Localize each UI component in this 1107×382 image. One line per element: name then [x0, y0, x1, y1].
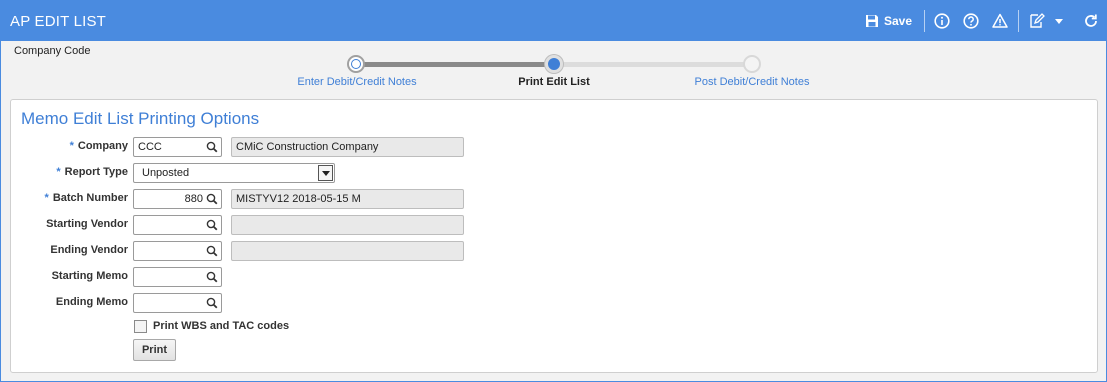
batch-number-value: 880 — [184, 193, 203, 205]
print-wbs-tac-checkbox[interactable] — [134, 320, 147, 333]
starting-vendor-label: Starting Vendor — [46, 218, 128, 230]
company-row: * Company CCC CMiC Construction Company — [11, 137, 471, 157]
starting-vendor-input[interactable] — [133, 215, 222, 235]
warning-icon — [992, 13, 1008, 29]
report-type-value: Unposted — [142, 167, 190, 179]
options-dropdown-button[interactable] — [1054, 12, 1064, 30]
search-icon[interactable] — [206, 141, 218, 156]
report-type-row: * Report Type Unposted — [11, 163, 471, 183]
print-button[interactable]: Print — [133, 339, 176, 361]
company-label: * Company — [69, 140, 128, 152]
wizard-track-pending — [554, 62, 752, 67]
starting-memo-row: Starting Memo — [11, 267, 471, 287]
report-type-label: * Report Type — [56, 166, 128, 178]
wizard-step-1-node[interactable] — [347, 55, 365, 73]
search-icon[interactable] — [206, 219, 218, 234]
options-panel: Memo Edit List Printing Options * Company… — [10, 99, 1098, 373]
help-icon — [963, 13, 979, 29]
company-value: CCC — [138, 141, 162, 153]
app-window: AP EDIT LIST Save Company Code Enter Deb… — [0, 0, 1107, 382]
help-button[interactable] — [963, 12, 979, 30]
save-icon — [865, 14, 879, 28]
company-input[interactable]: CCC — [133, 137, 222, 157]
report-type-select[interactable]: Unposted — [133, 163, 335, 183]
batch-number-label: * Batch Number — [44, 192, 128, 204]
ending-memo-input[interactable] — [133, 293, 222, 313]
dropdown-arrow-icon — [1054, 16, 1064, 26]
starting-vendor-description — [231, 215, 464, 235]
save-label: Save — [884, 14, 913, 28]
ending-vendor-label: Ending Vendor — [50, 244, 128, 256]
info-button[interactable] — [934, 12, 950, 30]
chevron-down-icon[interactable] — [318, 165, 333, 181]
wizard-step-2-label: Print Edit List — [518, 76, 590, 88]
info-icon — [934, 13, 950, 29]
ending-vendor-description — [231, 241, 464, 261]
required-marker: * — [56, 166, 61, 178]
wizard-track-completed — [356, 62, 554, 67]
company-description: CMiC Construction Company — [231, 137, 464, 157]
search-icon[interactable] — [206, 245, 218, 260]
search-icon[interactable] — [206, 193, 218, 208]
edit-icon — [1029, 13, 1045, 29]
ending-vendor-input[interactable] — [133, 241, 222, 261]
title-bar: AP EDIT LIST Save — [1, 1, 1106, 41]
wizard-steps: Enter Debit/Credit Notes Print Edit List… — [1, 49, 1106, 95]
refresh-icon — [1083, 13, 1099, 29]
ending-memo-row: Ending Memo — [11, 293, 471, 313]
toolbar-divider — [1018, 10, 1019, 32]
print-wbs-tac-label[interactable]: Print WBS and TAC codes — [153, 320, 289, 332]
starting-memo-input[interactable] — [133, 267, 222, 287]
search-icon[interactable] — [206, 271, 218, 286]
ending-vendor-row: Ending Vendor — [11, 241, 471, 261]
window-title: AP EDIT LIST — [10, 13, 107, 30]
warning-button[interactable] — [992, 12, 1008, 30]
starting-vendor-row: Starting Vendor — [11, 215, 471, 235]
batch-number-input[interactable]: 880 — [133, 189, 222, 209]
required-marker: * — [44, 192, 49, 204]
wizard-step-1-label[interactable]: Enter Debit/Credit Notes — [297, 76, 416, 88]
wizard-step-2-node — [545, 55, 563, 73]
toolbar-divider — [924, 10, 925, 32]
panel-title: Memo Edit List Printing Options — [21, 109, 260, 128]
batch-number-description: MISTYV12 2018-05-15 M — [231, 189, 464, 209]
search-icon[interactable] — [206, 297, 218, 312]
batch-number-row: * Batch Number 880 MISTYV12 2018-05-15 M — [11, 189, 471, 209]
save-button[interactable]: Save — [865, 12, 912, 30]
wizard-step-3-label[interactable]: Post Debit/Credit Notes — [695, 76, 810, 88]
ending-memo-label: Ending Memo — [55, 296, 128, 308]
edit-button[interactable] — [1029, 12, 1045, 30]
starting-memo-label: Starting Memo — [51, 270, 128, 282]
wizard-step-3-node — [743, 55, 761, 73]
required-marker: * — [69, 140, 74, 152]
refresh-button[interactable] — [1083, 12, 1099, 30]
